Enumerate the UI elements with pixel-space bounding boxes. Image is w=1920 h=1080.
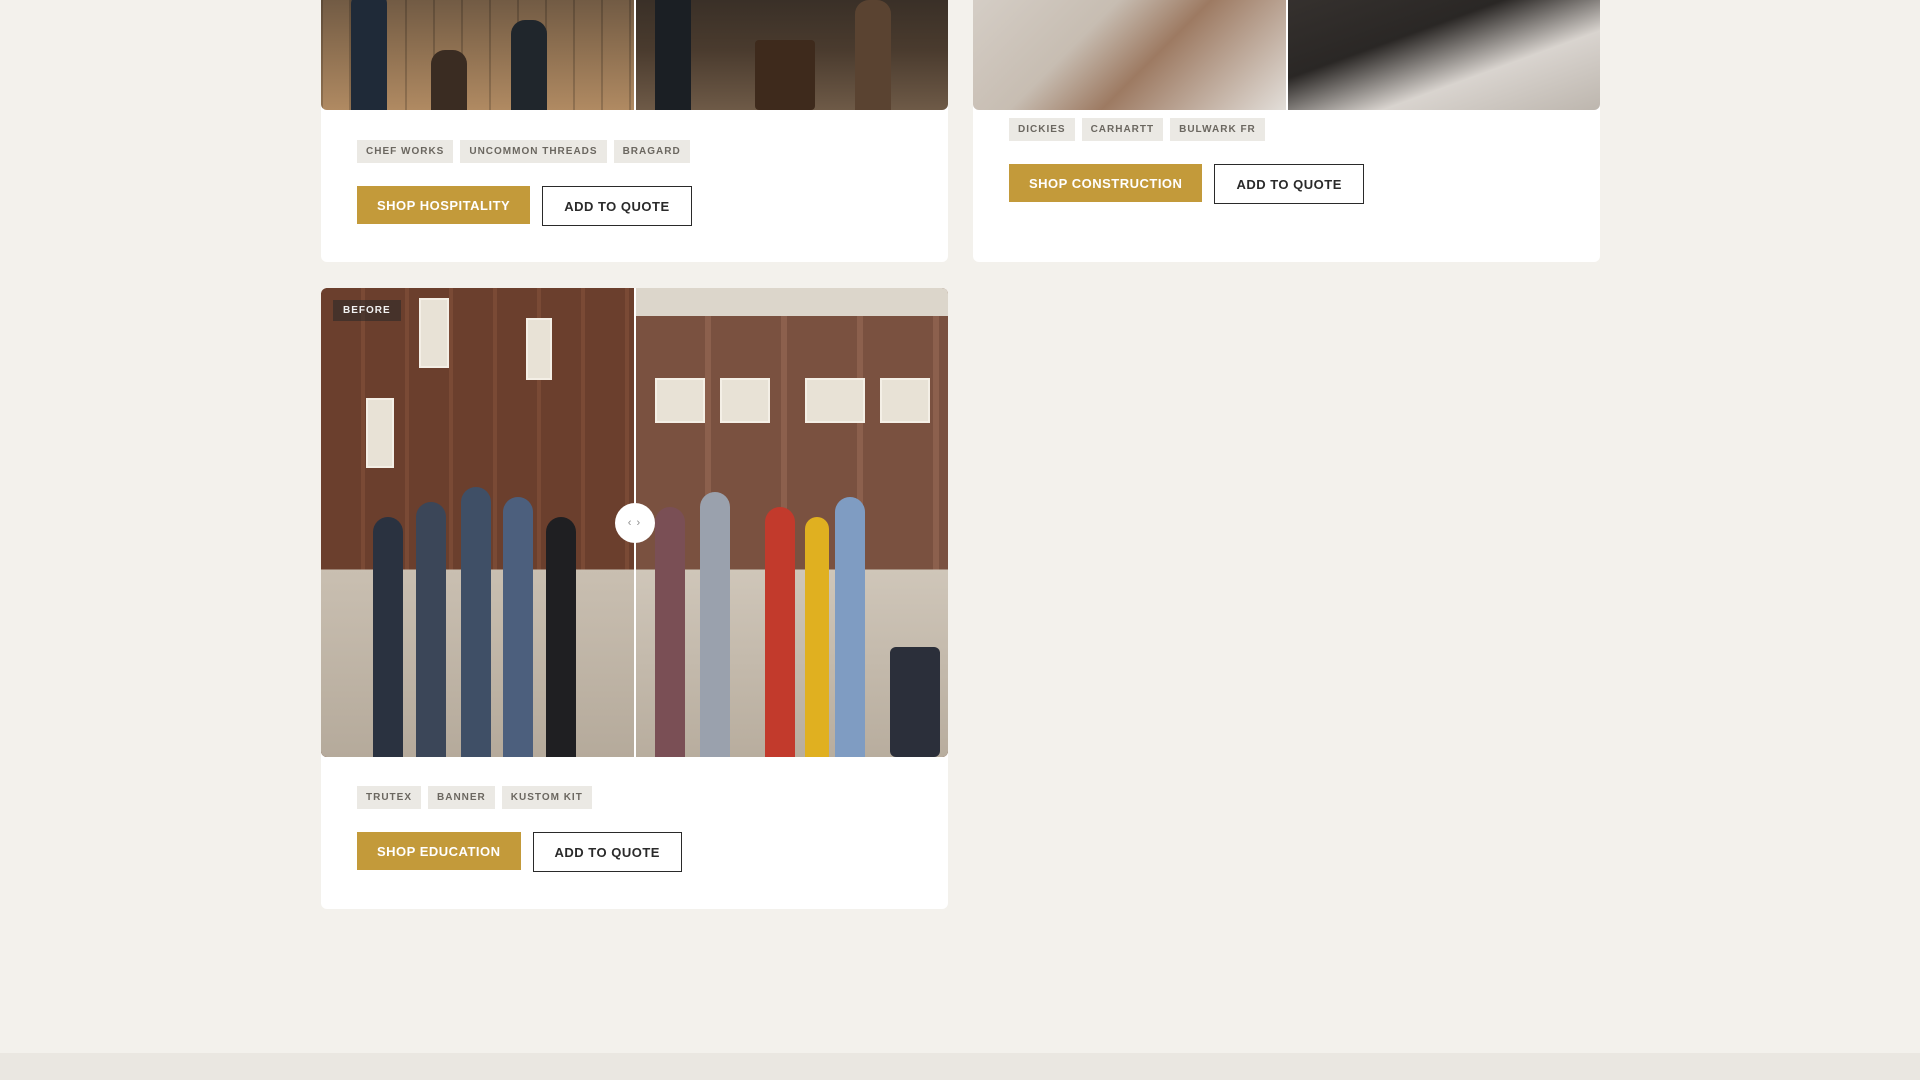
brand-tag[interactable]: DICKIES <box>1009 118 1075 141</box>
card-actions: SHOP EDUCATION ADD TO QUOTE <box>357 832 682 872</box>
brand-tags: TRUTEX BANNER KUSTOM KIT <box>357 786 592 809</box>
before-image <box>321 0 635 110</box>
before-after-slider[interactable]: ‹ › BEFORE <box>321 288 948 757</box>
before-after-slider[interactable] <box>973 0 1600 110</box>
add-to-quote-button[interactable]: ADD TO QUOTE <box>1214 164 1364 204</box>
before-image <box>973 0 1287 110</box>
industry-card-construction: DICKIES CARHARTT BULWARK FR SHOP CONSTRU… <box>973 0 1600 262</box>
card-actions: SHOP CONSTRUCTION ADD TO QUOTE <box>1009 164 1364 204</box>
slider-divider[interactable] <box>1285 0 1288 110</box>
brand-tag[interactable]: CARHARTT <box>1081 118 1164 141</box>
after-image <box>634 0 948 110</box>
brand-tags: CHEF WORKS UNCOMMON THREADS BRAGARD <box>357 140 690 163</box>
brand-tag[interactable]: CHEF WORKS <box>357 140 454 163</box>
brand-tag[interactable]: UNCOMMON THREADS <box>460 140 607 163</box>
shop-education-button[interactable]: SHOP EDUCATION <box>357 832 521 870</box>
add-to-quote-button[interactable]: ADD TO QUOTE <box>542 186 692 226</box>
slider-divider[interactable] <box>633 0 636 110</box>
before-image <box>321 288 635 757</box>
slider-handle[interactable]: ‹ › <box>614 502 655 543</box>
brand-tag[interactable]: BULWARK FR <box>1170 118 1265 141</box>
shop-construction-button[interactable]: SHOP CONSTRUCTION <box>1009 164 1203 202</box>
before-after-slider[interactable] <box>321 0 948 110</box>
industry-card-hospitality: CHEF WORKS UNCOMMON THREADS BRAGARD SHOP… <box>321 0 948 262</box>
brand-tag[interactable]: TRUTEX <box>357 786 421 809</box>
shop-hospitality-button[interactable]: SHOP HOSPITALITY <box>357 186 531 224</box>
after-image <box>1286 0 1600 110</box>
add-to-quote-button[interactable]: ADD TO QUOTE <box>532 832 682 872</box>
brand-tags: DICKIES CARHARTT BULWARK FR <box>1009 118 1265 141</box>
brand-tag[interactable]: BRAGARD <box>613 140 690 163</box>
brand-tag[interactable]: BANNER <box>428 786 495 809</box>
before-label: BEFORE <box>333 300 401 321</box>
footer-edge <box>0 1053 1920 1080</box>
card-actions: SHOP HOSPITALITY ADD TO QUOTE <box>357 186 692 226</box>
industry-card-education: ‹ › BEFORE TRUTEX BANNER KUSTOM KIT SHOP… <box>321 288 948 909</box>
after-image <box>634 288 948 757</box>
brand-tag[interactable]: KUSTOM KIT <box>501 786 592 809</box>
